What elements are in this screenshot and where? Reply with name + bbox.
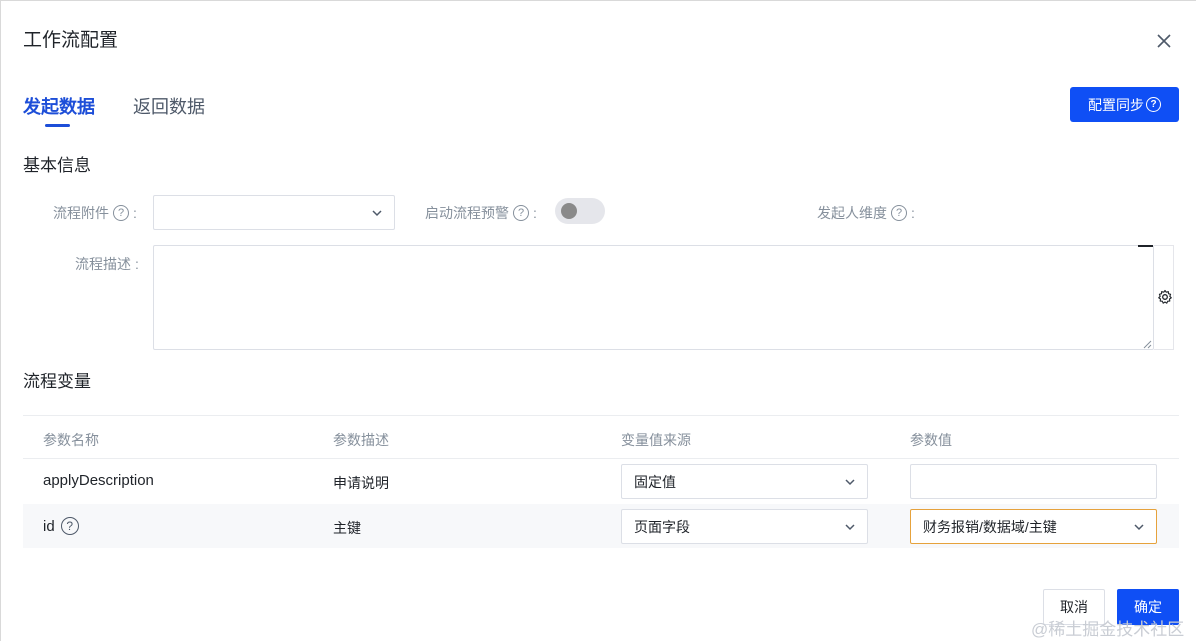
initiator-label: 发起人维度 <box>817 205 887 221</box>
variables-heading: 流程变量 <box>23 372 91 391</box>
attachment-help-icon[interactable]: ? <box>113 205 129 221</box>
source-select-value: 页面字段 <box>634 518 690 535</box>
param-value-input[interactable] <box>910 464 1157 499</box>
warning-label: 启动流程预警 <box>425 205 509 221</box>
question-circle-icon: ? <box>1146 97 1161 112</box>
resize-grip-icon[interactable] <box>1142 339 1152 349</box>
chevron-down-icon <box>372 210 382 217</box>
table-row: id ? 主键 页面字段 财务报销/数据域/主键 <box>23 504 1179 548</box>
initiator-label-group: 发起人维度 ? : <box>817 203 915 223</box>
config-sync-button[interactable]: 配置同步 ? <box>1070 87 1179 122</box>
initiator-colon: : <box>911 205 915 221</box>
table-row: applyDescription 申请说明 固定值 <box>23 459 1179 503</box>
basic-info-heading: 基本信息 <box>23 156 91 175</box>
description-colon: : <box>135 256 139 272</box>
column-header-value: 参数值 <box>910 432 952 448</box>
config-sync-label: 配置同步 <box>1088 96 1144 113</box>
description-label-group: 流程描述 : <box>75 254 139 274</box>
warning-colon: : <box>533 205 537 221</box>
minimize-bar <box>1138 245 1153 247</box>
chevron-down-icon <box>1134 524 1144 531</box>
variables-table-header: 参数名称 参数描述 变量值来源 参数值 <box>23 415 1179 459</box>
column-header-name: 参数名称 <box>43 432 99 448</box>
source-select-value: 固定值 <box>634 473 676 490</box>
warning-label-group: 启动流程预警 ? : <box>425 203 537 223</box>
source-select[interactable]: 固定值 <box>621 464 868 499</box>
id-help-icon[interactable]: ? <box>60 517 79 535</box>
param-value-select[interactable]: 财务报销/数据域/主键 <box>910 509 1157 544</box>
tab-return-data[interactable]: 返回数据 <box>133 93 205 119</box>
attachment-colon: : <box>133 205 137 221</box>
chevron-down-icon <box>845 524 855 531</box>
column-header-desc: 参数描述 <box>333 432 389 448</box>
initiator-help-icon[interactable]: ? <box>891 205 907 221</box>
param-desc-cell: 申请说明 <box>333 475 389 491</box>
description-textarea[interactable] <box>153 245 1154 350</box>
param-name-cell: applyDescription <box>43 472 154 489</box>
attachment-select[interactable] <box>153 195 395 230</box>
attachment-label-group: 流程附件 ? : <box>53 203 137 223</box>
attachment-label: 流程附件 <box>53 205 109 221</box>
gear-icon[interactable] <box>1157 289 1173 305</box>
param-value-select-text: 财务报销/数据域/主键 <box>923 518 1057 535</box>
tab-active-indicator <box>45 124 70 127</box>
param-desc-cell: 主键 <box>333 520 361 536</box>
description-label: 流程描述 <box>75 256 131 272</box>
source-select[interactable]: 页面字段 <box>621 509 868 544</box>
workflow-config-dialog: 工作流配置 发起数据 返回数据 配置同步 ? 基本信息 流程附件 ? : 启动流… <box>0 0 1196 641</box>
param-name-cell: id <box>43 517 55 535</box>
warning-toggle[interactable] <box>555 198 605 224</box>
close-icon[interactable] <box>1154 31 1174 51</box>
watermark: @稀土掘金技术社区 <box>1031 620 1185 639</box>
warning-help-icon[interactable]: ? <box>513 205 529 221</box>
toggle-knob <box>561 203 577 219</box>
chevron-down-icon <box>845 479 855 486</box>
param-name-cell-group: id ? <box>43 517 79 535</box>
column-header-source: 变量值来源 <box>621 432 691 448</box>
dialog-title: 工作流配置 <box>23 30 119 51</box>
tab-send-data[interactable]: 发起数据 <box>23 93 95 119</box>
